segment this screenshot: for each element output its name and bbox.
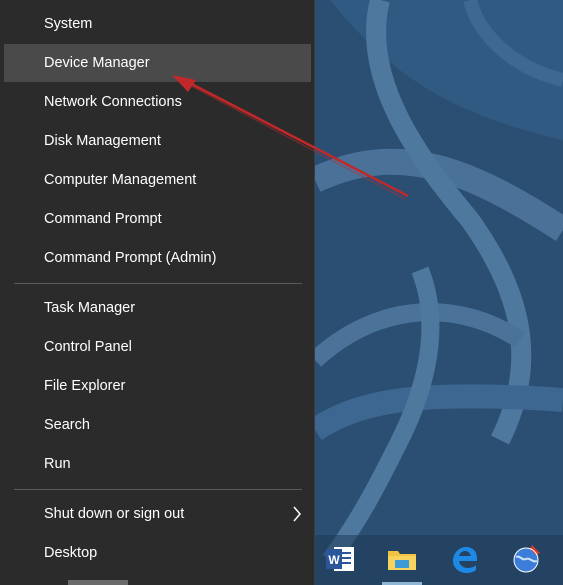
menu-item-task-manager[interactable]: Task Manager xyxy=(4,289,311,327)
menu-item-shut-down[interactable]: Shut down or sign out xyxy=(4,495,311,533)
menu-separator xyxy=(14,283,302,284)
file-explorer-icon[interactable] xyxy=(386,543,418,575)
word-icon[interactable]: W xyxy=(324,543,356,575)
menu-item-device-manager[interactable]: Device Manager xyxy=(4,44,311,82)
power-user-menu: System Device Manager Network Connection… xyxy=(0,0,315,585)
menu-item-command-prompt-admin[interactable]: Command Prompt (Admin) xyxy=(4,239,311,277)
menu-item-desktop[interactable]: Desktop xyxy=(4,534,311,572)
chevron-right-icon xyxy=(293,506,301,522)
menu-item-file-explorer[interactable]: File Explorer xyxy=(4,367,311,405)
menu-item-control-panel[interactable]: Control Panel xyxy=(4,328,311,366)
taskbar-active-indicator xyxy=(68,580,128,585)
svg-text:W: W xyxy=(328,553,340,567)
menu-item-network-connections[interactable]: Network Connections xyxy=(4,83,311,121)
menu-item-disk-management[interactable]: Disk Management xyxy=(4,122,311,160)
menu-item-system[interactable]: System xyxy=(4,5,311,43)
menu-item-search[interactable]: Search xyxy=(4,406,311,444)
menu-separator xyxy=(14,489,302,490)
taskbar-pinned-apps: W xyxy=(316,535,563,585)
globe-app-icon[interactable] xyxy=(510,543,542,575)
edge-icon[interactable] xyxy=(448,543,480,575)
menu-item-computer-management[interactable]: Computer Management xyxy=(4,161,311,199)
menu-item-run[interactable]: Run xyxy=(4,445,311,483)
menu-item-shut-down-label: Shut down or sign out xyxy=(44,506,185,522)
menu-item-command-prompt[interactable]: Command Prompt xyxy=(4,200,311,238)
